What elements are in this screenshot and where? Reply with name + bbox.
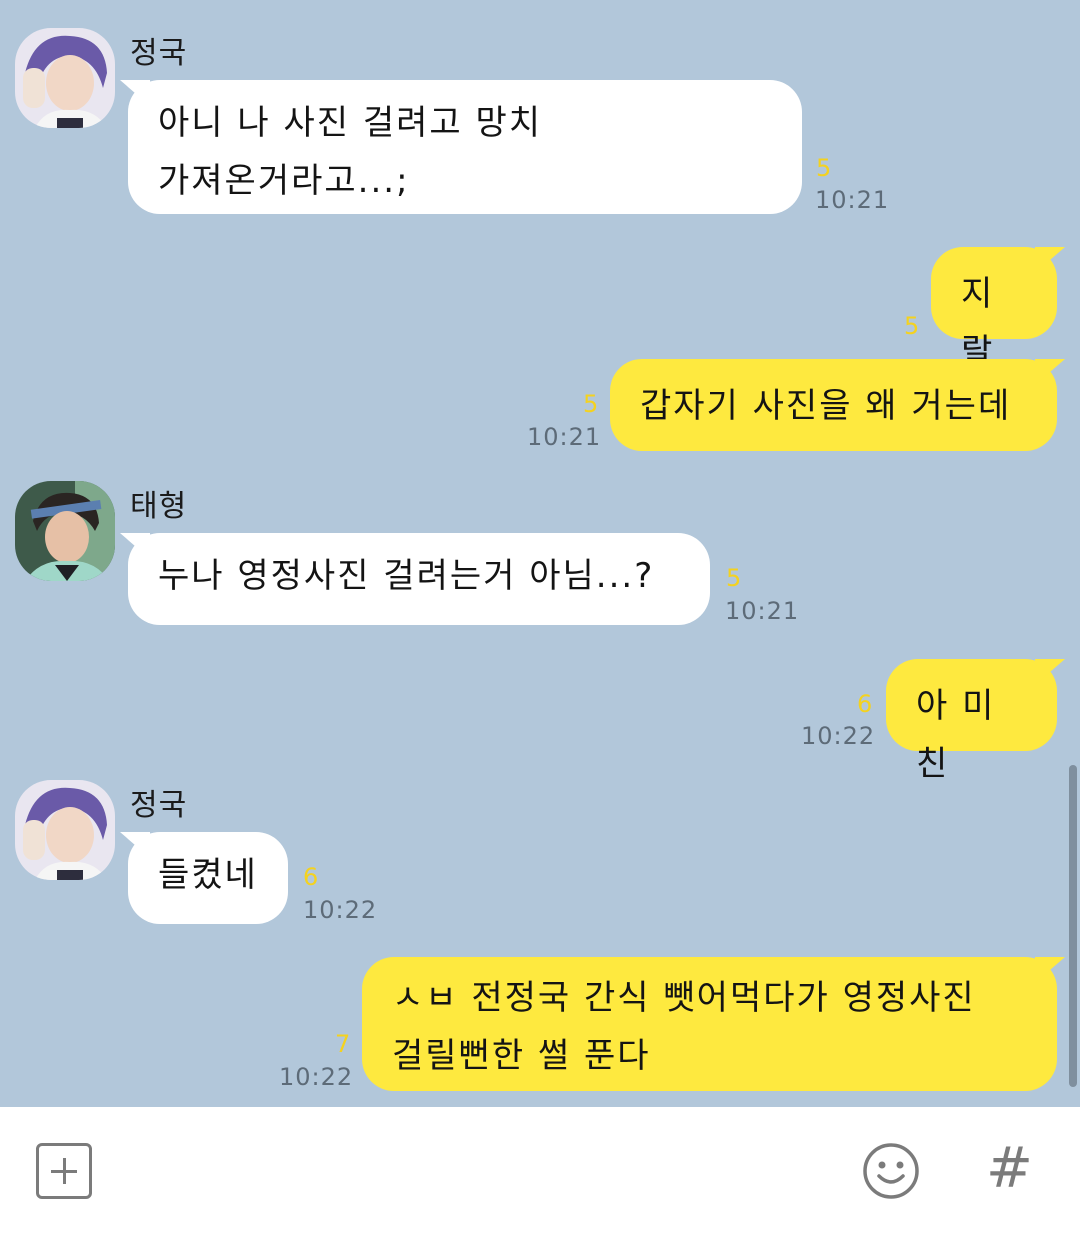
unread-count: 7 xyxy=(335,1030,351,1058)
unread-count: 5 xyxy=(816,154,832,182)
sender-name: 정국 xyxy=(130,36,188,71)
message-bubble[interactable]: 들켰네 xyxy=(128,832,288,924)
message-text: 아 미친 xyxy=(916,686,996,784)
avatar[interactable] xyxy=(15,481,115,581)
unread-count: 5 xyxy=(583,390,599,418)
scrollbar[interactable] xyxy=(1069,765,1077,1087)
unread-count: 5 xyxy=(904,312,920,340)
chat-area: 정국 아니 나 사진 걸려고 망치 가져온거라고...; 5 10:21 지랄 … xyxy=(0,0,1080,1107)
message-input[interactable] xyxy=(110,1137,834,1205)
timestamp: 10:22 xyxy=(303,896,378,924)
message-bubble[interactable]: 아 미친 xyxy=(886,659,1057,784)
timestamp: 10:21 xyxy=(527,423,602,451)
smiley-icon[interactable] xyxy=(862,1142,920,1204)
avatar[interactable] xyxy=(15,28,115,128)
sender-name: 정국 xyxy=(130,788,188,823)
message-text-line: 가져온거라고...; xyxy=(158,161,410,201)
message-bubble[interactable]: 아니 나 사진 걸려고 망치 가져온거라고...; xyxy=(128,80,802,214)
message-bubble[interactable]: 갑자기 사진을 왜 거는데 xyxy=(610,359,1057,451)
timestamp: 10:22 xyxy=(801,722,876,750)
message-text-line: 걸릴뻔한 썰 푼다 xyxy=(392,1036,651,1076)
message-text-line: 아니 나 사진 걸려고 망치 xyxy=(158,103,543,143)
message-text: 누나 영정사진 걸려는거 아님...? xyxy=(158,556,655,596)
unread-count: 6 xyxy=(857,690,873,718)
message-bubble[interactable]: 누나 영정사진 걸려는거 아님...? xyxy=(128,533,710,625)
plus-square-icon[interactable] xyxy=(36,1143,92,1199)
avatar[interactable] xyxy=(15,780,115,880)
message-bubble[interactable]: ㅅㅂ 전정국 간식 뺏어먹다가 영정사진 걸릴뻔한 썰 푼다 xyxy=(362,957,1057,1091)
timestamp: 10:21 xyxy=(815,186,890,214)
message-bubble[interactable]: 지랄 xyxy=(931,247,1057,372)
message-text: 갑자기 사진을 왜 거는데 xyxy=(640,386,1012,426)
sender-name: 태형 xyxy=(130,489,188,524)
message-text-line: ㅅㅂ 전정국 간식 뺏어먹다가 영정사진 xyxy=(392,978,976,1018)
unread-count: 6 xyxy=(303,863,319,891)
timestamp: 10:22 xyxy=(279,1063,354,1091)
unread-count: 5 xyxy=(726,564,742,592)
message-text: 들켰네 xyxy=(158,855,258,895)
timestamp: 10:21 xyxy=(725,597,800,625)
hashtag-icon[interactable]: # xyxy=(986,1136,1033,1202)
